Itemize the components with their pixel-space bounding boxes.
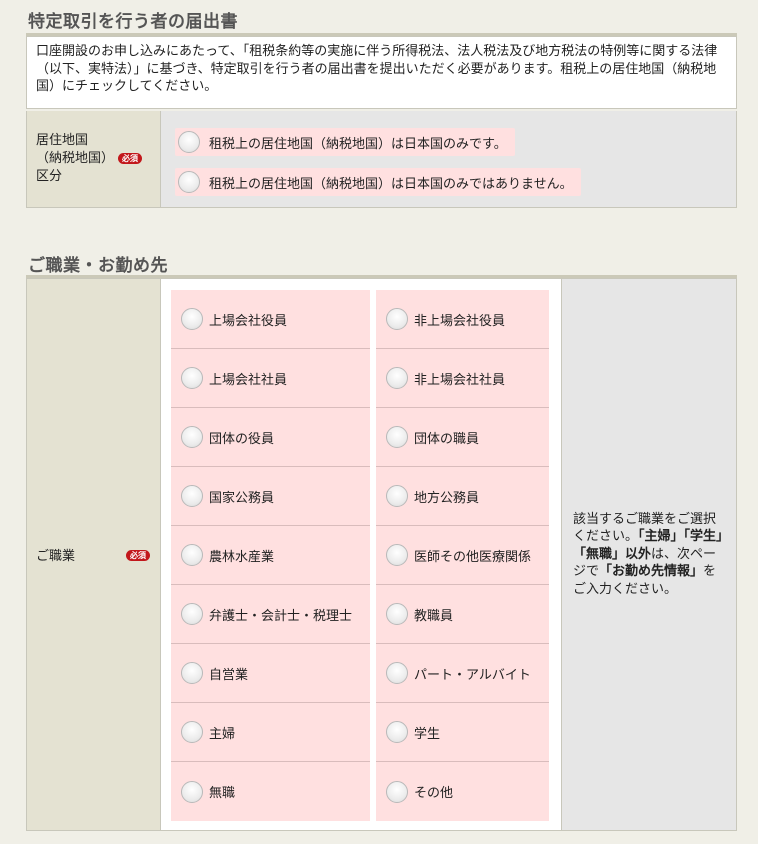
radio-button[interactable] — [386, 544, 408, 566]
occupation-option[interactable]: パート・アルバイト — [376, 644, 549, 703]
radio-button[interactable] — [181, 485, 203, 507]
radio-button[interactable] — [386, 662, 408, 684]
occupation-label: ご職業 必須 — [27, 279, 161, 830]
radio-button[interactable] — [181, 426, 203, 448]
occupation-option-label: 非上場会社社員 — [414, 372, 506, 388]
occupation-label-text: ご職業 — [36, 549, 76, 564]
occupation-option-label: 弁護士・会計士・税理士 — [209, 608, 353, 624]
radio-button[interactable] — [386, 780, 408, 803]
occupation-option-label: 団体の役員 — [209, 431, 275, 447]
occupation-option[interactable]: 上場会社社員 — [171, 349, 370, 408]
radio-button[interactable] — [181, 308, 203, 330]
occupation-option-label: 上場会社役員 — [209, 313, 288, 329]
radio-option-not-japan-only[interactable]: 租税上の居住地国（納税地国）は日本国のみではありません。 — [175, 168, 581, 196]
occupation-option-label: 団体の職員 — [414, 431, 480, 447]
occupation-option-label: 無職 — [209, 786, 236, 801]
occupation-option-label: 地方公務員 — [414, 490, 480, 506]
label-line-2: （納税地国） 必須 — [36, 150, 160, 168]
occupation-option[interactable]: 地方公務員 — [376, 467, 549, 526]
occupation-option[interactable]: 医師その他医療関係 — [376, 526, 549, 585]
radio-button[interactable] — [386, 485, 408, 507]
label-line-1: 居住地国 — [36, 133, 89, 148]
radio-button[interactable] — [178, 171, 200, 193]
section-title-tax-residency: 特定取引を行う者の届出書 — [28, 12, 238, 32]
required-badge: 必須 — [118, 153, 143, 164]
occupation-option[interactable]: 主婦 — [171, 703, 370, 762]
occupation-option[interactable]: 非上場会社社員 — [376, 349, 549, 408]
radio-option-label: 租税上の居住地国（納税地国）は日本国のみではありません。 — [209, 176, 573, 192]
occupation-option[interactable]: 団体の職員 — [376, 408, 549, 467]
radio-button[interactable] — [181, 603, 203, 625]
radio-button[interactable] — [181, 780, 203, 803]
occupation-option[interactable]: 農林水産業 — [171, 526, 370, 585]
radio-button[interactable] — [386, 367, 408, 389]
occupation-option-label: 医師その他医療関係 — [414, 549, 532, 565]
radio-option-japan-only[interactable]: 租税上の居住地国（納税地国）は日本国のみです。 — [175, 128, 515, 156]
radio-button[interactable] — [181, 721, 203, 743]
occupation-option[interactable]: 無職 — [171, 762, 370, 821]
occupation-option-label: パート・アルバイト — [414, 667, 531, 683]
occupation-row: ご職業 必須 上場会社役員 非上場会社役員上場会社社員 非上場会社社員団体の役員 団体… — [26, 278, 737, 831]
occupation-option[interactable]: 学生 — [376, 703, 549, 762]
occupation-option[interactable]: 弁護士・会計士・税理士 — [171, 585, 370, 644]
tax-residency-options: 租税上の居住地国（納税地国）は日本国のみです。 租税上の居住地国（納税地国）は日… — [161, 111, 736, 207]
occupation-option[interactable]: その他 — [376, 762, 549, 821]
occupation-option-label: 非上場会社役員 — [414, 313, 506, 329]
label-line-3: 区分 — [36, 169, 63, 184]
occupation-option[interactable]: 国家公務員 — [171, 467, 370, 526]
occupation-option-label: 上場会社社員 — [209, 372, 288, 388]
radio-button[interactable] — [181, 367, 203, 389]
occupation-option-label: 国家公務員 — [209, 490, 275, 506]
radio-button[interactable] — [386, 603, 408, 625]
occupation-note: 該当するご職業をご選択ください。「主婦」「学生」「無職」以外は、次ページで「お勤… — [561, 279, 736, 830]
occupation-grid: 上場会社役員 非上場会社役員上場会社社員 非上場会社社員団体の役員 団体の職員国家公務… — [171, 290, 549, 821]
occupation-option-label: 教職員 — [414, 608, 454, 624]
occupation-options: 上場会社役員 非上場会社役員上場会社社員 非上場会社社員団体の役員 団体の職員国家公務… — [161, 279, 561, 830]
occupation-option[interactable]: 団体の役員 — [171, 408, 370, 467]
radio-button[interactable] — [386, 426, 408, 448]
label-line-2-text: （納税地国） — [36, 151, 115, 166]
radio-button[interactable] — [386, 308, 408, 330]
radio-option-label: 租税上の居住地国（納税地国）は日本国のみです。 — [209, 136, 507, 152]
radio-button[interactable] — [386, 721, 408, 743]
occupation-option-label: 学生 — [414, 726, 441, 742]
occupation-option[interactable]: 自営業 — [171, 644, 370, 703]
occupation-option-label: 主婦 — [209, 726, 236, 742]
intro-text: 口座開設のお申し込みにあたって、「租税条約等の実施に伴う所得税法、法人税法及び地… — [26, 36, 737, 109]
occupation-option-label: 自営業 — [209, 667, 249, 683]
occupation-option[interactable]: 教職員 — [376, 585, 549, 644]
radio-button[interactable] — [178, 131, 200, 153]
occupation-option[interactable]: 上場会社役員 — [171, 290, 370, 349]
occupation-option-label: 農林水産業 — [209, 549, 275, 565]
occupation-option[interactable]: 非上場会社役員 — [376, 290, 549, 349]
radio-button[interactable] — [181, 662, 203, 684]
tax-residency-label: 居住地国 （納税地国） 必須 区分 — [27, 111, 161, 207]
note-bold-2: 「お勤め先情報」 — [599, 564, 704, 580]
radio-button[interactable] — [181, 544, 203, 566]
required-badge: 必須 — [126, 550, 150, 561]
tax-residency-row: 居住地国 （納税地国） 必須 区分 租税上の居住地国（納税地国）は日本国のみです。… — [26, 111, 737, 208]
section-title-occupation: ご職業・お勤め先 — [28, 256, 168, 276]
occupation-option-label: その他 — [414, 786, 454, 801]
